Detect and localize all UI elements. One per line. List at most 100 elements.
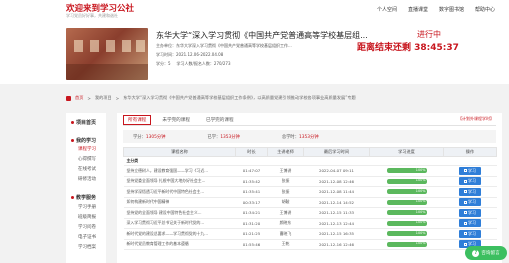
study-button[interactable]: 学习: [459, 219, 481, 228]
extra-hours-link[interactable]: 【计划外课程学时】: [458, 116, 494, 122]
sidebar-group-label: 项目首页: [76, 120, 97, 126]
course-progress: 100%: [369, 228, 444, 240]
study-button[interactable]: 学习: [459, 166, 481, 175]
project-time: 学习时间：2021.12.06-2022.04.08: [156, 52, 224, 57]
table-row: 坚持学深悟透习近平新时代中国特色社会主... 01:35:41 张振 2021-12-…: [123, 186, 497, 198]
top-nav: 个人空间 直播课堂 数字图书馆 帮助中心: [377, 6, 495, 13]
tab-all-courses[interactable]: 所有课程: [123, 115, 152, 125]
progress-bar: 100%: [386, 231, 427, 237]
col-teacher: 主讲老师: [267, 147, 304, 157]
course-progress: 100%: [369, 176, 444, 187]
course-teacher: 颜晓东: [267, 218, 304, 229]
play-icon: [464, 221, 467, 225]
course-title[interactable]: 坚持立德树人，建设教育强国——学习《习近...: [123, 165, 236, 177]
progress-bar: 100%: [386, 220, 427, 226]
home-icon: [71, 121, 74, 124]
course-duration: 01:55:46: [235, 239, 268, 250]
course-duration: 01:47:07: [235, 165, 268, 177]
study-button-label: 学习: [468, 178, 476, 184]
progress-label: 100%: [415, 231, 426, 235]
progress-label: 100%: [415, 178, 426, 183]
course-tabs: 所有课程 未学完的课程 已学完的课程: [123, 115, 239, 125]
study-button[interactable]: 学习: [459, 198, 481, 207]
summary-required: 学分：1305分钟: [133, 134, 166, 140]
sidebar: 项目首页 我的学习 课程学习 心得撰写 在线考试 研修活动 教学服务 学习手册 …: [66, 113, 106, 263]
course-duration: 01:31:20: [235, 218, 268, 229]
course-title[interactable]: 新时代党员教育管理工作的基本遵循: [123, 239, 236, 250]
play-icon: [464, 179, 467, 183]
project-status: 进行中: [417, 30, 441, 39]
study-button[interactable]: 学习: [459, 229, 481, 238]
course-teacher: 曹晓飞: [267, 228, 304, 240]
category-row: 主分类: [123, 156, 497, 166]
sidebar-item-handbook[interactable]: 学习手册: [78, 204, 96, 210]
course-teacher: 王乾: [267, 239, 304, 250]
study-button[interactable]: 学习: [459, 177, 481, 186]
nav-digital-library[interactable]: 数字图书馆: [439, 6, 464, 13]
course-progress: 100%: [369, 207, 444, 219]
course-title[interactable]: 坚持学深悟透习近平新时代中国特色社会主...: [123, 186, 236, 198]
course-duration: 00:33:17: [235, 197, 268, 208]
course-title[interactable]: 新时代党的建设总要求——学习贯彻党的十九...: [123, 228, 236, 240]
consult-message-button[interactable]: ? 咨询留言: [465, 246, 507, 260]
sidebar-item-certificate[interactable]: 电子证书: [78, 234, 96, 240]
breadcrumb: 首页 > 我的项目 > 东华大学“深入学习贯彻《中国共产党普通高等学校基层组织工…: [66, 94, 506, 102]
sidebar-item-activities[interactable]: 研修活动: [78, 176, 96, 182]
breadcrumb-my-projects[interactable]: 我的项目: [95, 95, 112, 101]
nav-help-center[interactable]: 帮助中心: [475, 6, 495, 13]
project-enrollment: 学习人数/报名人数：270/273: [176, 61, 231, 66]
course-title[interactable]: 坚持党的全面领导 建设中国特色社会主义...: [123, 207, 236, 219]
study-button-label: 学习: [468, 167, 476, 173]
course-title[interactable]: 如何构建新时代中国精神: [123, 197, 236, 208]
progress-bar: 100%: [386, 199, 427, 205]
sidebar-item-course-study[interactable]: 课程学习: [78, 146, 96, 152]
sidebar-item-online-exam[interactable]: 在线考试: [78, 166, 96, 172]
course-duration: 01:34:21: [235, 207, 268, 219]
study-button[interactable]: 学习: [459, 208, 481, 217]
progress-label: 100%: [415, 199, 426, 204]
course-last-study: 2021-12-15 16:35: [303, 228, 370, 240]
tab-finished[interactable]: 已学完的课程: [201, 115, 239, 125]
sidebar-item-survey[interactable]: 学习问卷: [78, 224, 96, 230]
course-last-study: 2021-12-16 12:46: [303, 239, 370, 250]
summary-total: 总学时：1353分钟: [281, 134, 319, 140]
table-row: 深入学习贯彻习近平总书记关于新时代党的... 01:31:20 颜晓东 2021-12…: [123, 218, 497, 229]
breadcrumb-separator: >: [87, 95, 91, 101]
tab-unfinished[interactable]: 未学完的课程: [157, 115, 195, 125]
table-row: 坚持立德树人，建设教育强国——学习《习近... 01:47:07 王博讲 2022-0…: [123, 165, 497, 177]
summary-studied: 已学：1353分钟: [207, 134, 240, 140]
project-stats: 学分：5 学习人数/报名人数：270/273: [156, 61, 231, 67]
question-icon: ?: [472, 249, 480, 257]
sidebar-item-reflection[interactable]: 心得撰写: [78, 156, 96, 162]
course-action: 学习: [443, 228, 497, 240]
course-teacher: 张振: [267, 186, 304, 198]
course-action: 学习: [443, 186, 497, 198]
project-cover-image: [66, 28, 148, 80]
course-title[interactable]: 坚持党委全面领导 扎根中国大地办好社会主...: [123, 176, 236, 187]
study-button[interactable]: 学习: [459, 187, 481, 196]
course-last-study: 2021-12-15 11:33: [303, 207, 370, 219]
countdown-label: 距离结束还剩: [357, 43, 412, 53]
top-bar: 欢迎来到学习公社 学习党员好好事，共建和谐社 个人空间 直播课堂 数字图书馆 帮…: [0, 0, 509, 24]
nav-personal-space[interactable]: 个人空间: [377, 6, 397, 13]
progress-bar: 100%: [386, 178, 427, 184]
course-action: 学习: [443, 218, 497, 229]
progress-label: 100%: [415, 220, 426, 225]
sidebar-item-bulletin[interactable]: 班级简报: [78, 214, 96, 220]
nav-live-class[interactable]: 直播课堂: [408, 6, 428, 13]
breadcrumb-home[interactable]: 首页: [75, 95, 83, 101]
category-label: 主分类: [123, 156, 497, 166]
countdown: 距离结束还剩 38:45:37: [357, 40, 459, 53]
study-summary: 学分：1305分钟 已学：1353分钟 总学时：1353分钟: [123, 130, 496, 143]
sidebar-item-archive[interactable]: 学习档案: [78, 244, 96, 250]
course-last-study: 2021-12-13 12:44: [303, 218, 370, 229]
table-header: 课程名称 时长 主讲老师 最后学习时间 学习进度 操作: [123, 147, 497, 157]
course-title[interactable]: 深入学习贯彻习近平总书记关于新时代党的...: [123, 218, 236, 229]
course-duration: 01:35:42: [235, 176, 268, 187]
sidebar-group-my-study: 我的学习: [71, 137, 96, 144]
course-teacher: 胡鞍: [267, 197, 304, 208]
course-action: 学习: [443, 176, 497, 187]
play-icon: [464, 169, 467, 173]
progress-label: 100%: [415, 210, 426, 214]
sidebar-project-home[interactable]: 项目首页: [71, 119, 96, 126]
